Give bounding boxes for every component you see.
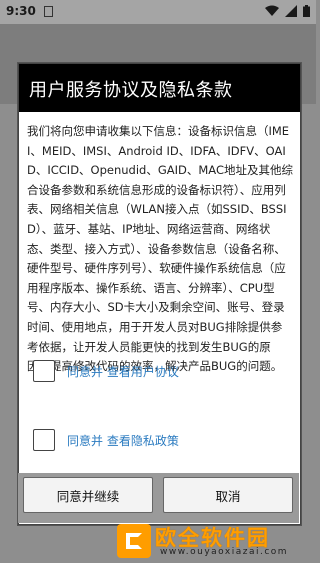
- user-agreement-checkbox[interactable]: [33, 360, 55, 382]
- signal-icon: [285, 5, 297, 17]
- cancel-button[interactable]: 取消: [163, 477, 293, 513]
- status-time: 9:30: [6, 4, 36, 18]
- dialog-title: 用户服务协议及隐私条款: [29, 80, 233, 101]
- wifi-icon: [265, 5, 279, 16]
- user-agreement-link[interactable]: 同意并 查看用户协议: [67, 363, 179, 380]
- watermark-logo-icon: [117, 524, 151, 558]
- battery-icon: [303, 5, 310, 17]
- privacy-policy-link[interactable]: 同意并 查看隐私政策: [67, 432, 179, 449]
- dialog-button-bar: 同意并继续 取消: [18, 473, 299, 523]
- privacy-dialog: 用户服务协议及隐私条款 我们将向您申请收集以下信息：设备标识信息（IMEI、ME…: [18, 63, 301, 525]
- watermark: 欧全软件园 www.ouyaoxiazai.com: [115, 520, 316, 563]
- agree-continue-button[interactable]: 同意并继续: [23, 477, 153, 513]
- user-agreement-row[interactable]: 同意并 查看用户协议: [33, 359, 179, 383]
- privacy-policy-checkbox[interactable]: [33, 429, 55, 451]
- notification-icon: [44, 6, 53, 17]
- status-icons: [265, 5, 310, 17]
- watermark-url: www.ouyaoxiazai.com: [160, 547, 289, 557]
- dialog-body-text: 我们将向您申请收集以下信息：设备标识信息（IMEI、MEID、IMSI、Andr…: [27, 124, 293, 374]
- dialog-header: 用户服务协议及隐私条款: [19, 64, 300, 112]
- status-bar: 9:30: [0, 0, 316, 24]
- privacy-policy-row[interactable]: 同意并 查看隐私政策: [33, 428, 179, 452]
